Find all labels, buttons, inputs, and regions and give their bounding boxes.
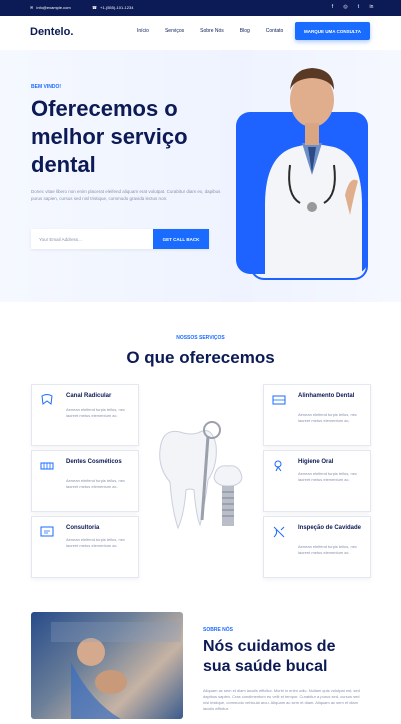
- tooth-implant-image: [159, 421, 243, 530]
- alignment-icon: [272, 395, 286, 405]
- main-nav: Dentelo. Início Serviços Sobre Nós Blog …: [0, 16, 401, 50]
- nav-item-contato[interactable]: Contato: [266, 28, 284, 34]
- hero-section: BEM VINDO! Oferecemos o melhor serviço d…: [0, 50, 401, 302]
- service-title: Dentes Cosméticos: [66, 459, 122, 465]
- service-desc: Aenean eleifend turpis tellus, nec laore…: [66, 407, 125, 418]
- service-title: Higiene Oral: [298, 459, 334, 465]
- book-appointment-button[interactable]: MARQUE UMA CONSULTA: [295, 22, 370, 40]
- oral-hygiene-icon: [274, 460, 282, 472]
- service-desc: Aenean eleifend turpis tellus, nec laore…: [66, 478, 125, 489]
- service-card[interactable]: Dentes Cosméticos Aenean eleifend turpis…: [31, 450, 139, 512]
- twitter-icon[interactable]: t: [355, 4, 362, 11]
- service-title: Canal Radicular: [66, 393, 112, 399]
- mail-icon: ✉: [30, 5, 34, 10]
- dentist-treatment-image: [31, 612, 183, 719]
- service-card[interactable]: Higiene Oral Aenean eleifend turpis tell…: [263, 450, 371, 512]
- hero-lead: Donec vitae libero non enim placerat ele…: [31, 189, 221, 201]
- service-desc: Aenean eleifend turpis tellus, nec laore…: [298, 412, 357, 423]
- consulting-icon: [40, 526, 54, 537]
- email-form: Your Email Address... GET CALL BACK: [31, 229, 209, 249]
- hero-title: Oferecemos o melhor serviço dental: [31, 96, 188, 177]
- nav-item-sobre[interactable]: Sobre Nós: [200, 28, 224, 34]
- service-card[interactable]: Canal Radicular Aenean eleifend turpis t…: [31, 384, 139, 446]
- top-bar: ✉ info@example.com ☎ +1-(555)-101-1234 f…: [0, 0, 401, 16]
- hero-tag: BEM VINDO!: [31, 84, 61, 90]
- doctor-image: [265, 68, 362, 275]
- nav-item-inicio[interactable]: Início: [137, 28, 149, 34]
- root-canal-icon: [41, 394, 53, 405]
- services-title: O que oferecemos: [126, 348, 275, 367]
- service-desc: Aenean eleifend turpis tellus, nec laore…: [298, 471, 357, 482]
- service-card[interactable]: Alinhamento Dental Aenean eleifend turpi…: [263, 384, 371, 446]
- service-title: Alinhamento Dental: [298, 393, 355, 399]
- topbar-email[interactable]: ✉ info@example.com: [30, 5, 71, 10]
- email-input[interactable]: Your Email Address...: [39, 237, 82, 242]
- about-title: Nós cuidamos de sua saúde bucal: [203, 638, 336, 675]
- nav-item-blog[interactable]: Blog: [240, 28, 250, 34]
- topbar-phone[interactable]: ☎ +1-(555)-101-1234: [92, 5, 133, 10]
- service-title: Inspeção de Cavidade: [298, 525, 362, 531]
- nav-item-servicos[interactable]: Serviços: [165, 28, 184, 34]
- services-tag: NOSSOS SERVIÇOS: [176, 335, 225, 341]
- service-desc: Aenean eleifend turpis tellus, nec laore…: [298, 544, 357, 555]
- service-card[interactable]: Consultoria Aenean eleifend turpis tellu…: [31, 516, 139, 578]
- cavity-inspection-icon: [273, 526, 285, 538]
- facebook-icon[interactable]: f: [329, 4, 336, 11]
- patient-photo: [51, 622, 181, 719]
- about-text: Aliquam ac sem et diam iaculis efficitur…: [203, 688, 360, 711]
- instagram-icon[interactable]: ◎: [342, 4, 349, 11]
- service-card[interactable]: Inspeção de Cavidade Aenean eleifend tur…: [263, 516, 371, 578]
- phone-icon: ☎: [92, 5, 97, 10]
- service-title: Consultoria: [66, 525, 100, 531]
- cosmetic-teeth-icon: [40, 462, 54, 470]
- service-desc: Aenean eleifend turpis tellus, nec laore…: [66, 537, 125, 548]
- menu: Início Serviços Sobre Nós Blog Contato: [137, 28, 299, 34]
- logo[interactable]: Dentelo.: [30, 26, 73, 38]
- linkedin-icon[interactable]: in: [368, 4, 375, 11]
- get-call-back-button[interactable]: GET CALL BACK: [153, 229, 209, 249]
- about-tag: SOBRE NÓS: [203, 627, 234, 633]
